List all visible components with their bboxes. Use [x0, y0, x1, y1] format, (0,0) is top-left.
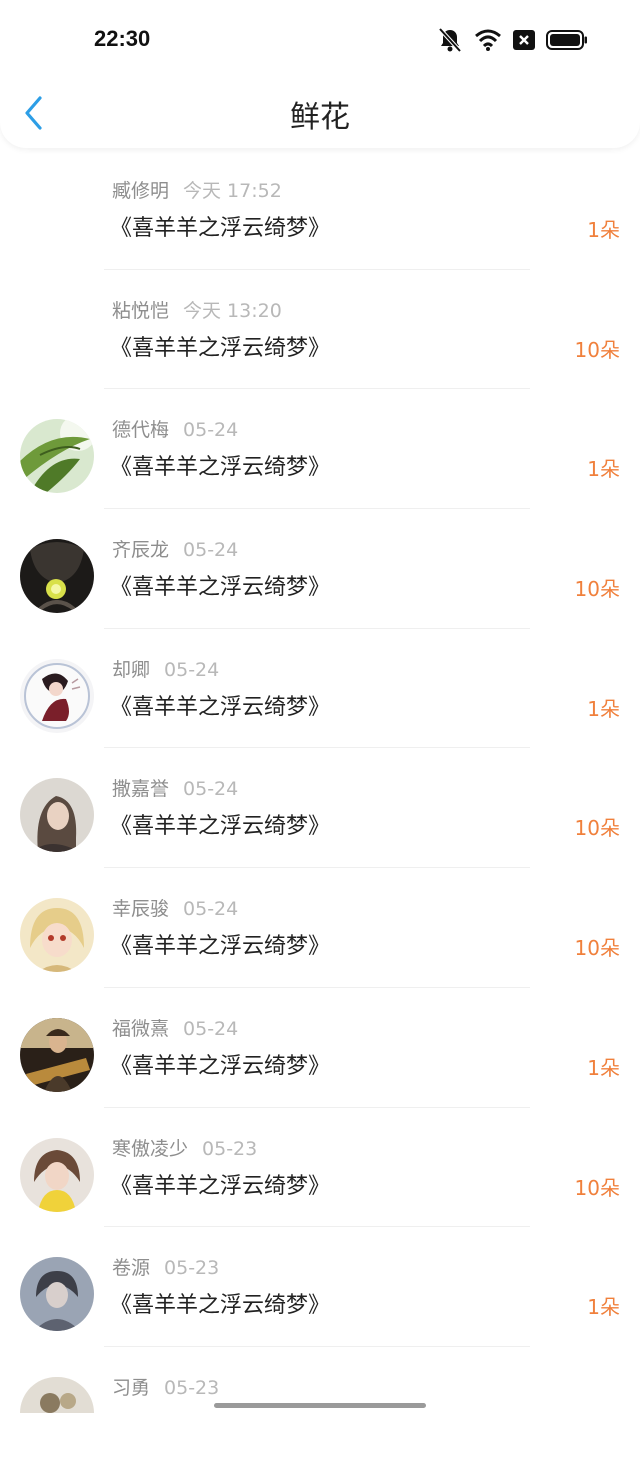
send-date: 05-24 — [164, 658, 220, 681]
work-title[interactable]: 《喜羊羊之浮云绮梦》 — [110, 569, 330, 601]
send-date: 05-23 — [164, 1376, 220, 1399]
avatar[interactable] — [20, 1137, 94, 1212]
sender-name[interactable]: 德代梅 — [112, 419, 169, 441]
flower-amount: 10朵 — [574, 936, 620, 961]
status-bar: 22:30 — [0, 0, 640, 80]
avatar[interactable] — [20, 1257, 94, 1332]
send-date: 今天 17:52 — [183, 180, 282, 202]
sender-name[interactable]: 却卿 — [112, 659, 150, 681]
sender-name[interactable]: 习勇 — [112, 1377, 150, 1399]
work-title[interactable]: 《喜羊羊之浮云绮梦》 — [110, 210, 330, 242]
avatar[interactable] — [20, 898, 94, 973]
work-title[interactable]: 《喜羊羊之浮云绮梦》 — [110, 330, 330, 362]
sender-name[interactable]: 撒嘉誉 — [112, 778, 169, 800]
send-date: 05-24 — [183, 539, 239, 562]
send-date: 05-23 — [164, 1257, 220, 1280]
flower-record-list: 臧修明 今天 17:52 《喜羊羊之浮云绮梦》 1朵 粘悦恺 今天 13:20 《喜… — [0, 150, 640, 1467]
sender-name[interactable]: 齐辰龙 — [112, 539, 169, 561]
send-date: 今天 13:20 — [183, 299, 282, 322]
work-title[interactable]: 《喜羊羊之浮云绮梦》 — [110, 449, 330, 481]
battery-icon — [546, 30, 587, 50]
list-item[interactable]: 福微熹 05-24 《喜羊羊之浮云绮梦》 1朵 — [0, 988, 640, 1108]
list-item[interactable]: 粘悦恺 今天 13:20 《喜羊羊之浮云绮梦》 10朵 — [0, 270, 640, 390]
bell-muted-icon — [438, 27, 462, 53]
list-item[interactable]: 德代梅 05-24 《喜羊羊之浮云绮梦》 1朵 — [0, 389, 640, 510]
list-item[interactable]: 却卿 05-24 《喜羊羊之浮云绮梦》 1朵 — [0, 629, 640, 749]
list-item[interactable]: 齐辰龙 05-24 《喜羊羊之浮云绮梦》 10朵 — [0, 509, 640, 629]
sender-name[interactable]: 寒傲凌少 — [112, 1138, 188, 1160]
list-item[interactable]: 寒傲凌少 05-23 《喜羊羊之浮云绮梦》 10朵 — [0, 1108, 640, 1228]
sender-name[interactable]: 粘悦恺 — [112, 300, 169, 322]
sender-name[interactable]: 卷源 — [112, 1257, 150, 1279]
home-indicator[interactable] — [214, 1403, 426, 1408]
send-date: 05-24 — [183, 778, 239, 801]
sender-name[interactable]: 臧修明 — [112, 180, 169, 202]
avatar[interactable] — [20, 1017, 94, 1092]
avatar[interactable] — [20, 658, 94, 733]
send-date: 05-24 — [183, 1017, 239, 1040]
list-item[interactable]: 幸辰骏 05-24 《喜羊羊之浮云绮梦》 10朵 — [0, 868, 640, 988]
flower-amount: 1朵 — [587, 1055, 620, 1080]
work-title[interactable]: 《喜羊羊之浮云绮梦》 — [110, 928, 330, 960]
work-title[interactable]: 《喜羊羊之浮云绮梦》 — [110, 1287, 330, 1319]
send-date: 05-24 — [183, 898, 239, 921]
sender-name[interactable]: 福微熹 — [112, 1018, 169, 1040]
avatar[interactable] — [20, 419, 94, 494]
work-title[interactable]: 《喜羊羊之浮云绮梦》 — [110, 808, 330, 840]
x-box-icon — [513, 30, 535, 50]
avatar[interactable] — [20, 539, 94, 614]
page-title: 鲜花 — [290, 100, 350, 135]
status-time: 22:30 — [94, 26, 151, 51]
flower-amount: 1朵 — [587, 457, 620, 482]
wifi-icon — [475, 29, 501, 51]
work-title[interactable]: 《喜羊羊之浮云绮梦》 — [110, 1168, 330, 1200]
work-title[interactable]: 《喜羊羊之浮云绮梦》 — [110, 689, 330, 721]
flower-amount: 10朵 — [574, 816, 620, 841]
avatar[interactable] — [20, 1376, 94, 1413]
flower-amount: 1朵 — [587, 696, 620, 721]
list-item[interactable]: 撒嘉誉 05-24 《喜羊羊之浮云绮梦》 10朵 — [0, 748, 640, 869]
send-date: 05-23 — [202, 1137, 258, 1160]
avatar[interactable] — [20, 778, 94, 853]
status-icons — [436, 27, 588, 53]
flower-amount: 1朵 — [587, 218, 620, 242]
flower-amount: 1朵 — [587, 1295, 620, 1320]
navigation-header: 22:30 鲜花 — [0, 0, 640, 148]
sender-name[interactable]: 幸辰骏 — [112, 898, 169, 920]
work-title[interactable]: 《喜羊羊之浮云绮梦》 — [110, 1048, 330, 1080]
send-date: 05-24 — [183, 419, 239, 442]
flower-amount: 10朵 — [574, 337, 620, 362]
list-item[interactable]: 臧修明 今天 17:52 《喜羊羊之浮云绮梦》 1朵 — [0, 150, 640, 270]
flower-amount: 10朵 — [574, 577, 620, 602]
list-item[interactable]: 卷源 05-23 《喜羊羊之浮云绮梦》 1朵 — [0, 1227, 640, 1347]
flower-amount: 10朵 — [574, 1175, 620, 1200]
